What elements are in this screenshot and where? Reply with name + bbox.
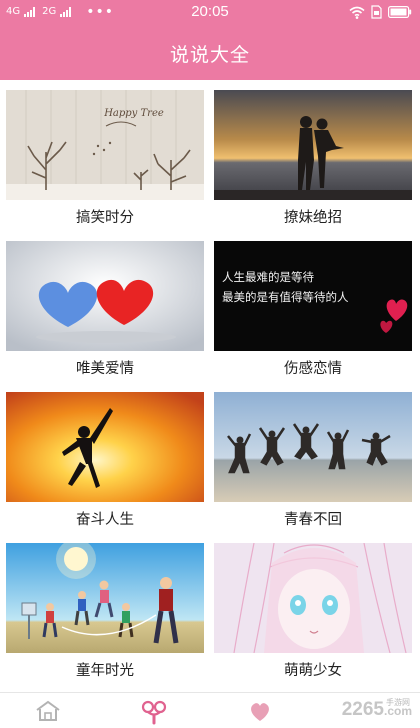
tab-shuoshuo[interactable] [140, 699, 180, 727]
thumbnail-image [214, 90, 412, 200]
category-grid: Happy Tree 搞笑时分 撩妹绝招 唯美爱情 人生最难的是等待 最美的是有… [0, 80, 420, 692]
category-card-romance[interactable]: 唯美爱情 [6, 241, 204, 387]
category-card-funny[interactable]: Happy Tree 搞笑时分 [6, 90, 204, 236]
app-screen: 4G 2G ••• 20:05 说说大全 Happy Tree 搞笑时分 撩妹绝… [0, 0, 420, 728]
thumbnail-image [214, 392, 412, 502]
category-card-childhood[interactable]: 童年时光 [6, 543, 204, 689]
category-card-sad-love[interactable]: 人生最难的是等待 最美的是有值得等待的人 伤感恋情 [214, 241, 412, 387]
status-icons [349, 5, 412, 19]
category-label: 伤感恋情 [284, 361, 342, 377]
category-label: 萌萌少女 [284, 663, 342, 679]
battery-icon [388, 6, 412, 18]
happy-tree-text: Happy Tree [103, 108, 164, 119]
category-label: 唯美爱情 [76, 361, 134, 377]
category-label: 撩妹绝招 [284, 210, 342, 226]
category-label: 奋斗人生 [76, 512, 134, 528]
category-label: 童年时光 [76, 663, 134, 679]
status-bar: 4G 2G ••• 20:05 [0, 0, 420, 26]
watermark-sub: 手游网 [386, 698, 410, 707]
thumbnail-image [6, 392, 204, 502]
sim-icon [371, 5, 382, 19]
thumbnail-image: 人生最难的是等待 最美的是有值得等待的人 [214, 241, 412, 351]
bottom-tab-bar: 2265.com 手游网 [0, 692, 420, 728]
category-card-struggle[interactable]: 奋斗人生 [6, 392, 204, 538]
wifi-icon [349, 6, 365, 19]
page-title: 说说大全 [169, 44, 250, 66]
thumbnail-image [6, 543, 204, 653]
heart-logo-icon [251, 703, 269, 721]
quote-line-2: 最美的是有值得等待的人 [222, 290, 349, 304]
thumbnail-image [6, 241, 204, 351]
home-icon [36, 700, 60, 721]
quote-line-1: 人生最难的是等待 [222, 270, 314, 284]
category-card-cute-girl[interactable]: 萌萌少女 [214, 543, 412, 689]
pacifier-icon [141, 700, 167, 725]
category-label: 搞笑时分 [76, 210, 134, 226]
thumbnail-image [214, 543, 412, 653]
category-card-youth[interactable]: 青春不回 [214, 392, 412, 538]
tab-home[interactable] [34, 699, 74, 727]
category-label: 青春不回 [284, 512, 342, 528]
title-bar: 说说大全 [0, 26, 420, 80]
thumbnail-image: Happy Tree [6, 90, 204, 200]
category-card-flirt[interactable]: 撩妹绝招 [214, 90, 412, 236]
